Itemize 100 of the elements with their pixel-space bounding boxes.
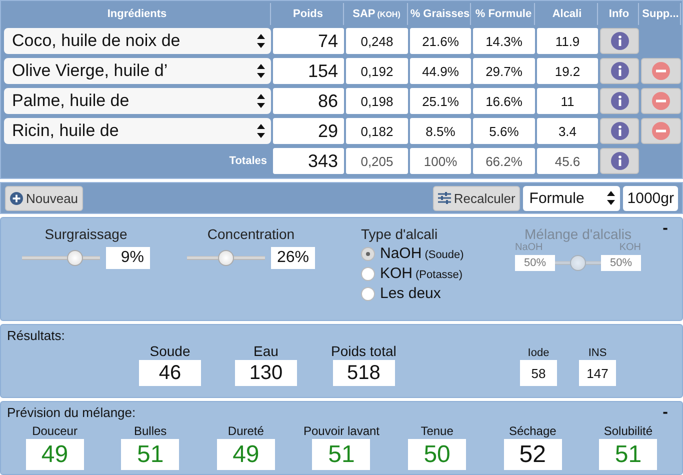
column-header: Alcali (552, 7, 582, 22)
slider-label: Surgraissage (44, 226, 128, 242)
radio-icon[interactable] (361, 286, 375, 300)
table-cell: 19.2 (537, 58, 598, 84)
result-value: 130 (235, 360, 297, 386)
table-cell: 8.5% (410, 118, 471, 144)
property-label: Séchage (508, 424, 556, 438)
table-cell: 16.6% (473, 88, 535, 114)
property-value: 51 (599, 439, 658, 470)
table-cell: 44.9% (410, 58, 471, 84)
property-label: Solubilité (604, 424, 653, 438)
table-cell: 0,205 (346, 148, 408, 174)
slider-thumb[interactable] (66, 250, 83, 266)
info-button[interactable] (600, 88, 639, 114)
weight-field[interactable]: 154 (273, 58, 344, 84)
property-value: 49 (26, 439, 84, 470)
weight-field[interactable]: 343 (273, 148, 344, 174)
ingredient-select[interactable]: Palme, huile de (4, 88, 271, 114)
weight-field[interactable]: 86 (273, 88, 344, 114)
table-cell: 0,248 (346, 28, 408, 54)
table-cell: 11.9 (537, 28, 598, 54)
weight-field[interactable]: 29 (273, 118, 344, 144)
formula-select[interactable]: Formule (523, 186, 620, 210)
radio-option[interactable]: KOH (Potasse) (361, 265, 513, 282)
radio-icon[interactable] (361, 266, 375, 280)
property-label: Bulles (134, 424, 167, 438)
recalculate-button[interactable]: Recalculer (432, 186, 520, 210)
result-value: 58 (520, 360, 557, 386)
table-cell: 29.7% (473, 58, 535, 84)
updown-arrows-icon (257, 124, 265, 138)
property-label: Dureté (228, 424, 264, 438)
table-cell: 21.6% (410, 28, 471, 54)
info-icon (610, 122, 628, 140)
info-button[interactable] (600, 118, 639, 144)
property-value: 51 (312, 439, 370, 470)
info-button[interactable] (600, 28, 639, 54)
remove-icon (652, 122, 670, 140)
plus-icon (10, 192, 23, 204)
radio-icon[interactable] (361, 246, 375, 260)
ingredient-select[interactable]: Olive Vierge, huile d’ (4, 58, 271, 84)
property-label: Tenue (420, 424, 454, 438)
table-cell: 0,198 (346, 88, 408, 114)
table-cell: 25.1% (410, 88, 471, 114)
result-value: 147 (579, 360, 616, 386)
property-value: 50 (408, 439, 466, 470)
info-button[interactable] (600, 58, 639, 84)
remove-button[interactable] (641, 118, 681, 144)
property-value: 51 (121, 439, 180, 470)
alkali-type-label: Type d'alcali (361, 226, 439, 242)
column-header: SAP (KOH) (352, 7, 400, 22)
ingredient-select[interactable]: Coco, huile de noix de (4, 28, 271, 54)
info-icon (610, 152, 628, 170)
remove-icon (652, 62, 670, 80)
value-field[interactable]: 26% (270, 247, 316, 269)
ingredient-select[interactable]: Ricin, huile de (4, 118, 271, 144)
info-icon (610, 92, 628, 110)
column-header: Supp... (642, 7, 679, 22)
new-button[interactable]: Nouveau (5, 186, 84, 210)
table-cell: 100% (410, 148, 471, 174)
table-cell: 14.3% (473, 28, 535, 54)
remove-button[interactable] (641, 58, 681, 84)
result-label: Iode (528, 347, 550, 359)
sliders-icon (438, 192, 451, 204)
property-label: Pouvoir lavant (303, 424, 380, 438)
section-title: Prévision du mélange: (7, 405, 136, 420)
result-label: Soude (150, 343, 190, 359)
section-title: Résultats: (7, 328, 65, 343)
right-label: KOH (619, 242, 641, 253)
radio-option[interactable]: NaOH (Soude) (361, 245, 513, 262)
column-header: Info (608, 7, 630, 22)
column-header: % Formule (475, 7, 532, 22)
result-label: INS (588, 347, 607, 359)
slider-thumb[interactable] (218, 250, 234, 266)
property-value: 52 (504, 439, 562, 470)
info-button[interactable] (600, 148, 639, 174)
table-cell: 0,182 (346, 118, 408, 144)
updown-arrows-icon (607, 191, 616, 205)
collapse-button[interactable]: - (662, 220, 668, 238)
weight-field[interactable]: 74 (273, 28, 344, 54)
value-field[interactable]: 9% (106, 247, 150, 269)
table-cell: 11 (537, 88, 598, 114)
mix-label: Mélange d'alcalis (524, 226, 632, 242)
collapse-button[interactable]: - (662, 404, 668, 422)
remove-icon (652, 92, 670, 110)
column-header: Poids (293, 7, 323, 22)
amount-field[interactable]: 1000gr (623, 186, 678, 210)
table-cell: 66.2% (473, 148, 535, 174)
updown-arrows-icon (257, 64, 265, 78)
table-cell: 3.4 (537, 118, 598, 144)
property-value: 49 (216, 439, 275, 470)
left-label: NaOH (515, 242, 543, 253)
table-cell: 0,192 (346, 58, 408, 84)
result-label: Eau (254, 343, 278, 359)
result-value: 518 (332, 360, 395, 386)
radio-option[interactable]: Les deux (361, 285, 513, 302)
result-label: Poids total (331, 343, 396, 359)
remove-button[interactable] (641, 88, 681, 114)
column-header: % Graisses (410, 7, 470, 22)
info-icon (610, 32, 628, 50)
updown-arrows-icon (257, 34, 265, 48)
